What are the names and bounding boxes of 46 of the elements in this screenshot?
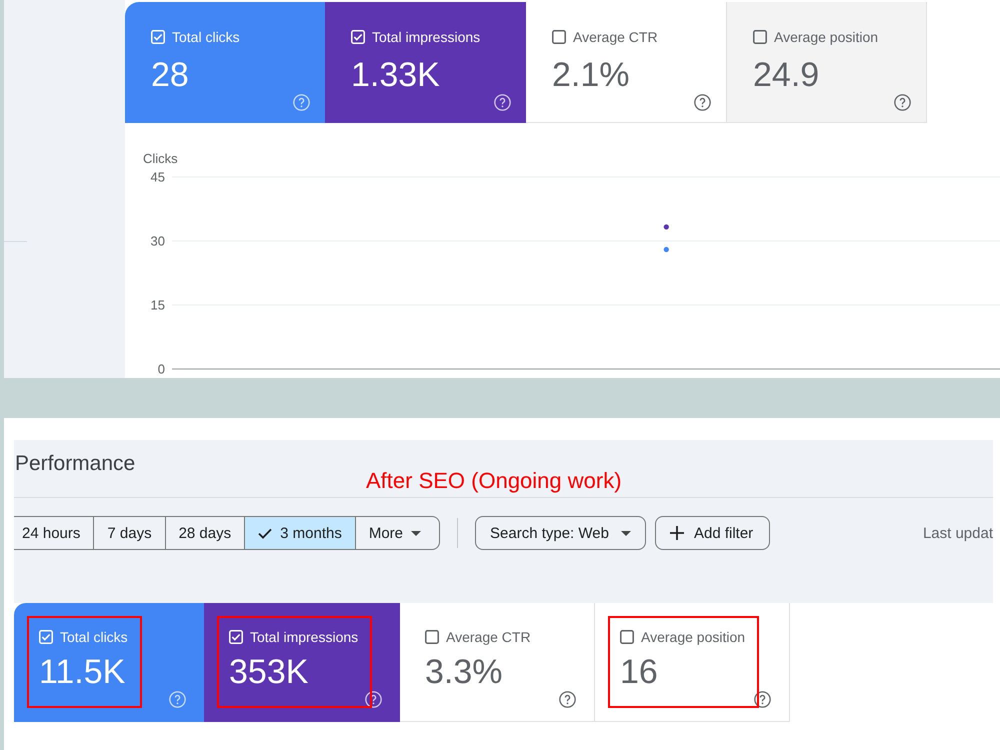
metric-value: 28 [151,56,190,94]
plus-icon [670,526,684,540]
add-filter-button[interactable]: Add filter [654,516,770,550]
metric-label: Average position [641,628,746,646]
search-type-dropdown[interactable]: Search type: Web [475,516,646,550]
axis-tick-label: 45 [150,170,165,184]
check-icon [258,528,272,538]
metric-card[interactable]: Average position 24.9 [727,2,927,123]
metric-value: 1.33K [351,56,441,94]
axis-tick-label: 0 [158,362,165,376]
checkbox[interactable] [753,30,767,44]
checkbox[interactable] [552,30,566,44]
page-title: Performance [15,452,136,476]
help-icon[interactable] [559,690,576,708]
metric-label: Average CTR [573,28,658,46]
help-icon[interactable] [694,94,711,110]
metric-value: 16 [620,652,659,690]
metric-label: Total impressions [372,28,480,46]
metric-label: Total impressions [250,628,358,646]
more-menu-button[interactable]: More [354,517,440,549]
axis-tick-label: 30 [150,234,165,248]
help-icon[interactable] [754,690,771,708]
metric-value: 11.5K [39,652,126,690]
metric-value: 2.1% [552,56,630,94]
help-icon[interactable] [894,94,911,110]
checkbox[interactable] [620,630,634,644]
caret-icon [411,530,422,536]
metric-label: Total clicks [60,628,128,646]
metric-value: 24.9 [753,56,820,94]
metric-value: 3.3% [425,652,504,690]
metric-label: Average position [774,28,878,46]
date-range-button[interactable]: 7 days [93,517,165,549]
axis-tick-label: 15 [150,298,165,312]
checkbox[interactable] [425,630,439,644]
metric-card[interactable]: Average CTR 2.1% [526,2,727,123]
last-updated-text: Last updat [922,524,993,542]
metric-card[interactable]: Average position 16 [595,603,790,722]
metric-value: 353K [229,652,310,690]
date-range-button[interactable]: 24 hours [14,517,94,549]
metric-label: Average CTR [446,628,531,646]
metric-card[interactable]: Average CTR 3.3% [400,603,595,722]
metric-label: Total clicks [172,28,240,46]
annotation-text: After SEO (Ongoing work) [366,468,622,494]
date-range-button[interactable]: 3 months [244,517,355,549]
axis-title: Clicks [143,151,178,166]
caret-icon [620,530,631,536]
